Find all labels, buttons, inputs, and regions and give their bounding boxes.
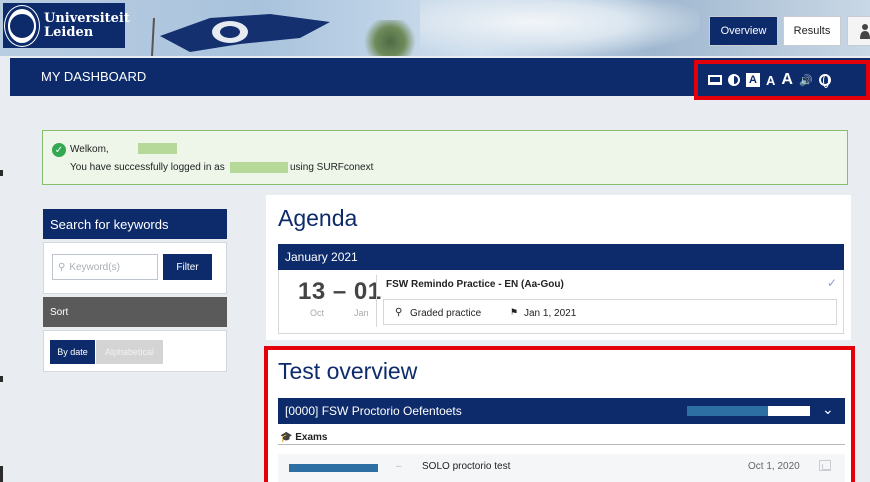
seal-icon bbox=[4, 4, 40, 47]
edge-mark bbox=[0, 466, 3, 482]
divider bbox=[376, 275, 377, 327]
font-a-boxed-icon[interactable]: A bbox=[746, 73, 760, 87]
event-month-end: Jan bbox=[354, 308, 369, 318]
sort-alphabetical-button[interactable]: Alphabetical bbox=[96, 340, 163, 364]
event-date-range: 13 – 01 bbox=[298, 278, 382, 305]
search-icon: ⚲ bbox=[58, 261, 66, 273]
keyword-placeholder: Keyword(s) bbox=[69, 261, 120, 273]
logo-line1: Universiteit bbox=[44, 10, 130, 26]
agenda-event[interactable]: 13 – 01 Oct Jan FSW Remindo Practice - E… bbox=[278, 270, 844, 334]
logged-in-text: You have successfully logged in as bbox=[70, 162, 225, 173]
logo-text: Universiteit Leiden bbox=[44, 10, 130, 40]
event-date: Jan 1, 2021 bbox=[524, 308, 577, 319]
flag-image bbox=[151, 14, 330, 56]
sort-by-date-button[interactable]: By date bbox=[50, 340, 95, 364]
event-type: Graded practice bbox=[410, 308, 482, 319]
login-method-text: using SURFconext bbox=[290, 162, 374, 173]
redacted-account bbox=[230, 162, 288, 173]
event-month-start: Oct bbox=[310, 308, 325, 318]
welcome-alert: ✓ Welkom, You have successfully logged i… bbox=[42, 130, 848, 185]
user-menu-button[interactable] bbox=[847, 16, 870, 46]
welcome-text: Welkom, bbox=[70, 144, 109, 155]
highlight-frame bbox=[264, 346, 855, 482]
edge-mark bbox=[0, 376, 3, 382]
banner-tree bbox=[360, 20, 420, 56]
tab-results[interactable]: Results bbox=[783, 16, 841, 46]
font-a-icon[interactable]: A bbox=[766, 73, 775, 88]
checkmark-icon: ✓ bbox=[827, 276, 838, 290]
filter-button[interactable]: Filter bbox=[163, 254, 212, 280]
event-title[interactable]: FSW Remindo Practice - EN (Aa-Gou) bbox=[386, 279, 564, 290]
tab-overview[interactable]: Overview bbox=[709, 16, 778, 46]
edge-mark bbox=[0, 170, 3, 176]
agenda-title: Agenda bbox=[278, 205, 358, 231]
event-details: ⚲ Graded practice ⚑ Jan 1, 2021 bbox=[383, 299, 837, 325]
sort-heading: Sort bbox=[43, 297, 227, 327]
contrast-icon[interactable] bbox=[728, 74, 740, 86]
laptop-icon[interactable] bbox=[708, 75, 722, 85]
user-icon bbox=[860, 24, 870, 39]
check-circle-icon: ✓ bbox=[52, 143, 66, 157]
agenda-card: Agenda January 2021 13 – 01 Oct Jan FSW … bbox=[266, 195, 851, 340]
search-heading: Search for keywords bbox=[43, 209, 227, 239]
keyword-input[interactable]: ⚲ Keyword(s) bbox=[52, 254, 158, 280]
sort-panel: By date Alphabetical bbox=[43, 330, 227, 372]
font-a-large-icon[interactable]: A bbox=[781, 71, 793, 89]
globe-icon[interactable] bbox=[818, 74, 831, 88]
accessibility-toolbar: A A A 🔊 bbox=[694, 60, 870, 100]
university-logo[interactable]: Universiteit Leiden bbox=[3, 3, 130, 48]
redacted-name bbox=[138, 143, 177, 154]
logo-line2: Leiden bbox=[44, 24, 94, 40]
header-banner: Universiteit Leiden Overview Results bbox=[0, 0, 870, 56]
flag-icon: ⚑ bbox=[510, 307, 519, 317]
speaker-icon[interactable]: 🔊 bbox=[799, 74, 813, 87]
agenda-month: January 2021 bbox=[278, 244, 844, 270]
banner-clouds bbox=[420, 0, 700, 56]
search-panel: ⚲ Keyword(s) Filter bbox=[43, 242, 227, 294]
location-pin-icon: ⚲ bbox=[395, 307, 403, 318]
page-title: MY DASHBOARD bbox=[41, 69, 147, 84]
